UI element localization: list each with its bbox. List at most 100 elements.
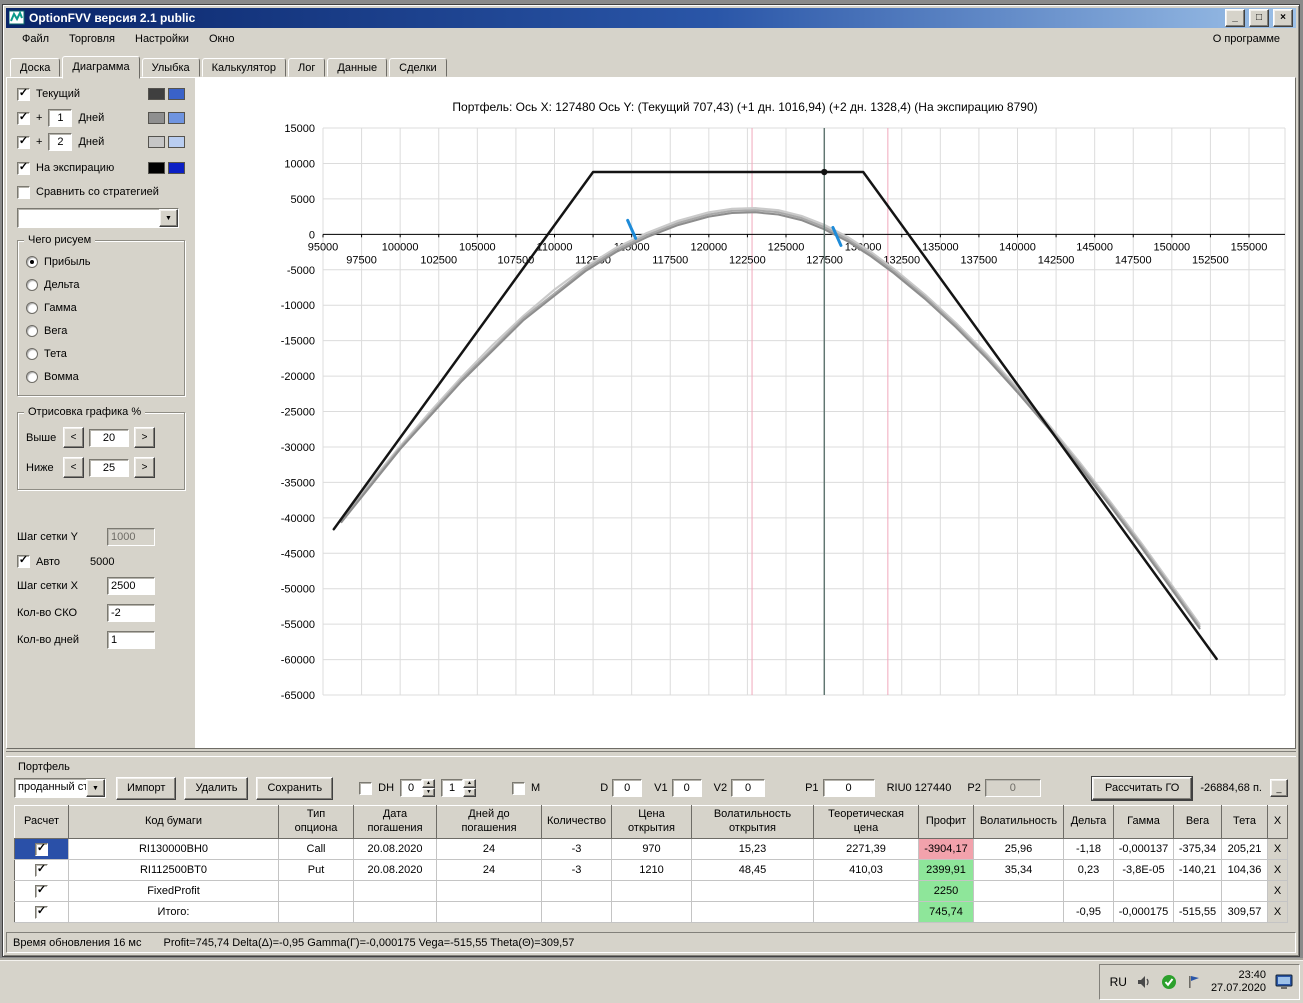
col-gamma[interactable]: Гамма: [1114, 806, 1174, 839]
tray-clock[interactable]: 23:40 27.07.2020: [1211, 969, 1266, 995]
radio-row-theta[interactable]: Тета: [26, 347, 176, 361]
chevron-down-icon[interactable]: ▼: [159, 209, 178, 227]
col-calc[interactable]: Расчет: [15, 806, 69, 839]
col-open-vol[interactable]: Волатильность открытия: [692, 806, 814, 839]
chevron-down-icon[interactable]: ▼: [86, 779, 105, 797]
menu-file[interactable]: Файл: [12, 30, 59, 48]
below-increase-button[interactable]: >: [134, 457, 155, 478]
close-button[interactable]: ×: [1273, 9, 1293, 27]
strategy-combobox[interactable]: ▼: [17, 208, 179, 228]
expiration-color-swatch-2[interactable]: [168, 162, 185, 174]
tab-board[interactable]: Доска: [10, 58, 60, 77]
row-delete-button[interactable]: X: [1268, 881, 1288, 902]
row-delete-button[interactable]: X: [1268, 839, 1288, 860]
m-checkbox[interactable]: [512, 782, 525, 795]
tab-log[interactable]: Лог: [288, 58, 325, 77]
current-checkbox[interactable]: ✓: [17, 88, 30, 101]
plus2-checkbox[interactable]: ✓: [17, 136, 30, 149]
plus1-checkbox[interactable]: ✓: [17, 112, 30, 125]
below-percent-input[interactable]: [89, 459, 129, 477]
radio-profit[interactable]: [26, 256, 38, 268]
spin-down-icon[interactable]: ▼: [463, 788, 476, 797]
tab-deals[interactable]: Сделки: [389, 58, 447, 77]
spin-down-icon[interactable]: ▼: [422, 788, 435, 797]
col-x[interactable]: X: [1268, 806, 1288, 839]
radio-gamma[interactable]: [26, 302, 38, 314]
row1-code[interactable]: RI130000BH0: [69, 839, 279, 860]
row-delete-button[interactable]: X: [1268, 902, 1288, 923]
p1-input[interactable]: [823, 779, 875, 797]
above-percent-input[interactable]: [89, 429, 129, 447]
row2-code[interactable]: RI112500BT0: [69, 860, 279, 881]
plus1-color-swatch-1[interactable]: [148, 112, 165, 124]
title-bar[interactable]: OptionFVV версия 2.1 public _ □ ×: [6, 8, 1296, 28]
above-increase-button[interactable]: >: [134, 427, 155, 448]
col-code[interactable]: Код бумаги: [69, 806, 279, 839]
radio-row-delta[interactable]: Дельта: [26, 278, 176, 292]
below-decrease-button[interactable]: <: [63, 457, 84, 478]
radio-row-vega[interactable]: Вега: [26, 324, 176, 338]
volume-icon[interactable]: [1136, 974, 1152, 990]
above-decrease-button[interactable]: <: [63, 427, 84, 448]
language-indicator[interactable]: RU: [1110, 975, 1127, 989]
row1-calc-cell[interactable]: ✓: [15, 839, 69, 860]
plus2-days-input[interactable]: [48, 133, 72, 151]
dh-spin1-input[interactable]: [400, 779, 422, 797]
v1-input[interactable]: [672, 779, 702, 797]
row3-code[interactable]: FixedProfit: [69, 881, 279, 902]
expiration-color-swatch-1[interactable]: [148, 162, 165, 174]
plus2-color-swatch-2[interactable]: [168, 136, 185, 148]
row2-calc-cell[interactable]: ✓: [15, 860, 69, 881]
preset-combobox[interactable]: проданный ст ▼: [14, 778, 106, 798]
radio-row-vomma[interactable]: Вомма: [26, 370, 176, 384]
auto-checkbox[interactable]: ✓: [17, 555, 30, 568]
dh-checkbox[interactable]: [359, 782, 372, 795]
dh-spinner-1[interactable]: ▲ ▼: [400, 779, 435, 797]
radio-row-gamma[interactable]: Гамма: [26, 301, 176, 315]
tab-data[interactable]: Данные: [327, 58, 387, 77]
col-open-price[interactable]: Цена открытия: [612, 806, 692, 839]
save-button[interactable]: Сохранить: [256, 777, 333, 800]
col-vega[interactable]: Вега: [1174, 806, 1222, 839]
flag-icon[interactable]: [1186, 974, 1202, 990]
col-type[interactable]: Тип опциона: [279, 806, 354, 839]
dh-spin2-input[interactable]: [441, 779, 463, 797]
menu-about[interactable]: О программе: [1203, 30, 1290, 48]
radio-theta[interactable]: [26, 348, 38, 360]
menu-trading[interactable]: Торговля: [59, 30, 125, 48]
menu-settings[interactable]: Настройки: [125, 30, 199, 48]
col-qty[interactable]: Количество: [542, 806, 612, 839]
row3-calc-cell[interactable]: ✓: [15, 881, 69, 902]
col-days[interactable]: Дней до погашения: [437, 806, 542, 839]
radio-vomma[interactable]: [26, 371, 38, 383]
col-expiry[interactable]: Дата погашения: [354, 806, 437, 839]
maximize-button[interactable]: □: [1249, 9, 1269, 27]
plus1-days-input[interactable]: [48, 109, 72, 127]
plus1-color-swatch-2[interactable]: [168, 112, 185, 124]
monitor-icon[interactable]: [1275, 973, 1293, 991]
collapse-button[interactable]: _: [1270, 779, 1288, 797]
grid-x-input[interactable]: [107, 577, 155, 595]
col-theta[interactable]: Тета: [1222, 806, 1268, 839]
current-color-swatch-1[interactable]: [148, 88, 165, 100]
spin-up-icon[interactable]: ▲: [422, 779, 435, 788]
dh-spinner-2[interactable]: ▲ ▼: [441, 779, 476, 797]
delete-button[interactable]: Удалить: [184, 777, 248, 800]
tab-calculator[interactable]: Калькулятор: [202, 58, 286, 77]
d-input[interactable]: [612, 779, 642, 797]
calc-margin-button[interactable]: Рассчитать ГО: [1092, 777, 1192, 800]
radio-delta[interactable]: [26, 279, 38, 291]
days-count-input[interactable]: [107, 631, 155, 649]
col-vol[interactable]: Волатильность: [974, 806, 1064, 839]
payoff-chart[interactable]: 150001000050000-5000-10000-15000-20000-2…: [195, 116, 1295, 716]
sko-count-input[interactable]: [107, 604, 155, 622]
import-button[interactable]: Импорт: [116, 777, 176, 800]
spin-up-icon[interactable]: ▲: [463, 779, 476, 788]
radio-row-profit[interactable]: Прибыль: [26, 255, 176, 269]
v2-input[interactable]: [731, 779, 765, 797]
taskbar[interactable]: RU 23:40 27.07.2020: [0, 960, 1303, 1003]
compare-strategy-checkbox[interactable]: [17, 186, 30, 199]
row4-calc-cell[interactable]: ✓: [15, 902, 69, 923]
radio-vega[interactable]: [26, 325, 38, 337]
tab-smile[interactable]: Улыбка: [142, 58, 200, 77]
